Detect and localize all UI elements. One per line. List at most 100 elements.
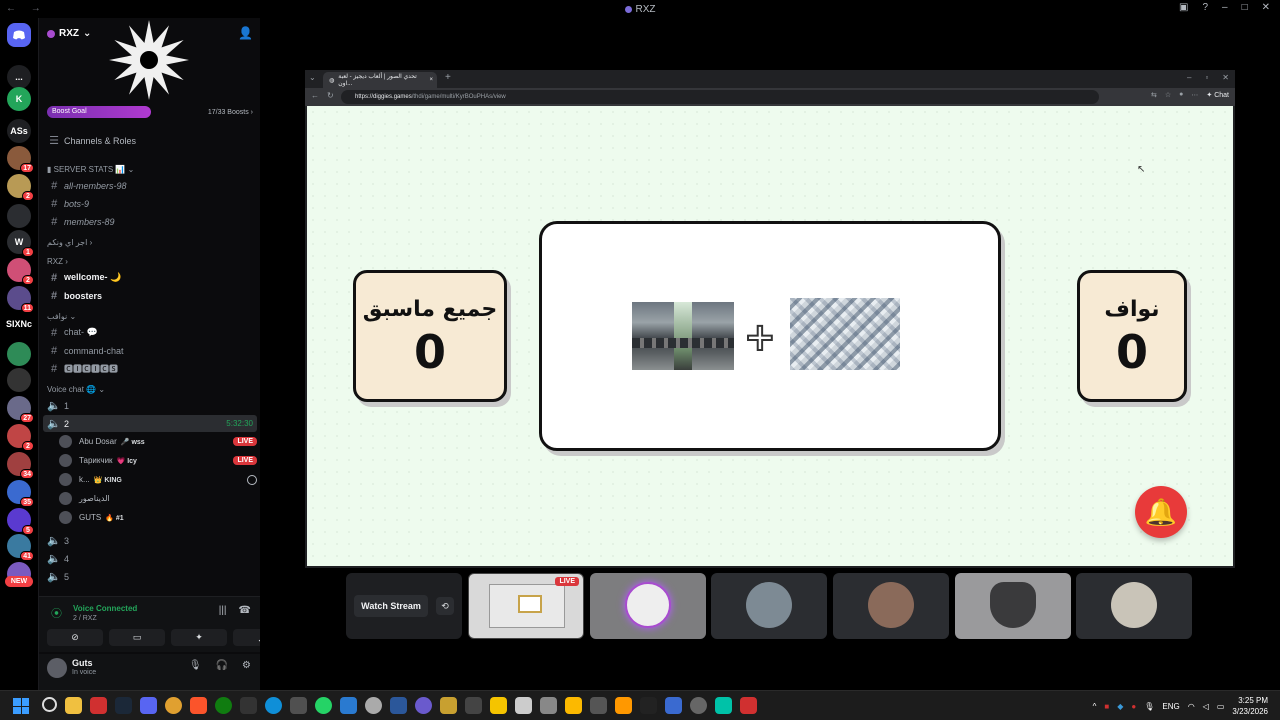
- channel-chat[interactable]: # chat- 💬: [43, 324, 257, 341]
- new-tab-icon[interactable]: +: [445, 72, 451, 83]
- server-icon[interactable]: 35: [7, 480, 34, 507]
- restore-icon[interactable]: ▫: [1205, 73, 1208, 82]
- battery-icon[interactable]: ▭: [1217, 702, 1225, 711]
- server-icon[interactable]: [7, 342, 31, 366]
- server-icon[interactable]: 34: [7, 452, 34, 479]
- app-icon[interactable]: [540, 697, 557, 714]
- windows-start-icon[interactable]: [13, 698, 29, 714]
- reload-icon[interactable]: ↻: [327, 91, 334, 100]
- back-icon[interactable]: ←: [311, 91, 319, 100]
- microphone-icon[interactable]: 🎙: [1144, 702, 1154, 711]
- profile-icon[interactable]: ●: [1179, 91, 1183, 99]
- close-icon[interactable]: ✕: [1222, 73, 1229, 82]
- add-member-icon[interactable]: 👤: [238, 26, 253, 40]
- voice-channel-2[interactable]: 🔈 2 5:32:30: [43, 415, 257, 432]
- app-icon[interactable]: [365, 697, 382, 714]
- voice-location[interactable]: 2 / RXZ: [73, 615, 97, 622]
- camera-off-button[interactable]: ⊘: [47, 629, 103, 646]
- app-icon[interactable]: [465, 697, 482, 714]
- app-icon[interactable]: [515, 697, 532, 714]
- signal-icon[interactable]: ⦿: [51, 605, 62, 621]
- app-icon[interactable]: [90, 697, 107, 714]
- activities-button[interactable]: ✦: [171, 629, 227, 646]
- channel-command-chat[interactable]: # command-chat: [43, 342, 257, 359]
- server-icon[interactable]: 27: [7, 396, 34, 423]
- server-icon[interactable]: [7, 368, 31, 392]
- file-explorer-icon[interactable]: [65, 697, 82, 714]
- voice-channel-3[interactable]: 🔈 3: [43, 532, 257, 549]
- channel-bots[interactable]: # bots-9: [43, 195, 257, 212]
- chat-button[interactable]: ✦ Chat: [1206, 91, 1229, 99]
- chrome-icon[interactable]: [165, 697, 182, 714]
- tab-search-icon[interactable]: ⌄: [309, 73, 316, 82]
- category-arabic[interactable]: اجر اي ونكم ›: [43, 235, 257, 249]
- settings-gear-icon[interactable]: ⚙: [242, 660, 251, 671]
- app-icon[interactable]: [615, 697, 632, 714]
- participant-tile[interactable]: [955, 573, 1071, 639]
- close-tab-icon[interactable]: ×: [429, 77, 433, 83]
- category-nawaf[interactable]: نوافب ⌄: [43, 309, 257, 323]
- app-icon[interactable]: [740, 697, 757, 714]
- channel-wellcome[interactable]: # wellcome- 🌙: [43, 269, 257, 286]
- translate-icon[interactable]: ⇆: [1151, 91, 1157, 99]
- brave-icon[interactable]: [190, 697, 207, 714]
- category-rxz[interactable]: RXZ ›: [43, 254, 257, 268]
- server-icon[interactable]: SIXNc: [6, 312, 32, 336]
- app-tray-icon[interactable]: ●: [1131, 702, 1136, 711]
- star-icon[interactable]: ☆: [1165, 91, 1171, 99]
- voice-user[interactable]: Abu Dosar 🎤 wss LIVE: [59, 433, 257, 450]
- chevron-up-icon[interactable]: ^: [1093, 702, 1097, 711]
- watch-stream-button[interactable]: Watch Stream: [354, 595, 428, 617]
- word-icon[interactable]: [390, 697, 407, 714]
- volume-icon[interactable]: ◁: [1203, 702, 1209, 711]
- minimize-button[interactable]: –: [1222, 2, 1228, 13]
- maximize-button[interactable]: □: [1242, 2, 1248, 13]
- participant-tile[interactable]: [833, 573, 949, 639]
- disconnect-icon[interactable]: ☎: [239, 605, 251, 616]
- channel-members[interactable]: # members-89: [43, 213, 257, 230]
- clock[interactable]: 3:25 PM 3/23/2026: [1232, 695, 1268, 717]
- server-icon[interactable]: K: [7, 87, 31, 111]
- whatsapp-icon[interactable]: [315, 697, 332, 714]
- server-icon[interactable]: 2: [7, 174, 34, 201]
- xbox-icon[interactable]: [215, 697, 232, 714]
- epic-games-icon[interactable]: [240, 697, 257, 714]
- popout-icon[interactable]: ⟲: [436, 597, 454, 615]
- app-icon[interactable]: [640, 697, 657, 714]
- app-icon[interactable]: [340, 697, 357, 714]
- bell-button[interactable]: 🔔: [1135, 486, 1187, 538]
- server-icon[interactable]: W1: [7, 230, 34, 257]
- minimize-icon[interactable]: –: [1187, 73, 1191, 82]
- store-icon[interactable]: [290, 697, 307, 714]
- channels-roles[interactable]: ☰ Channels & Roles: [43, 132, 257, 149]
- voice-status[interactable]: Voice Connected: [73, 604, 137, 613]
- voice-channel-5[interactable]: 🔈 5: [43, 568, 257, 585]
- noise-suppression-icon[interactable]: |||: [219, 605, 227, 616]
- server-icon[interactable]: 2: [7, 424, 34, 451]
- voice-user[interactable]: الديناصور: [59, 490, 257, 507]
- menu-icon[interactable]: ⋯: [1191, 91, 1198, 99]
- language-indicator[interactable]: ENG: [1162, 702, 1179, 711]
- server-icon[interactable]: [7, 204, 31, 228]
- voice-user[interactable]: Тарикчик 💗 Icy LIVE: [59, 452, 257, 469]
- edge-icon[interactable]: [265, 697, 282, 714]
- microphone-icon[interactable]: 🎙: [189, 660, 202, 671]
- app-tray-icon[interactable]: ■: [1104, 702, 1109, 711]
- back-forward-nav[interactable]: ← →: [6, 3, 47, 14]
- server-icon[interactable]: 41: [7, 534, 34, 561]
- app-tray-icon[interactable]: ◆: [1117, 702, 1123, 711]
- category-voice-chat[interactable]: Voice chat 🌐 ⌄: [43, 382, 257, 396]
- participant-tile[interactable]: [1076, 573, 1192, 639]
- server-header[interactable]: RXZ ⌄ 👤 Boost Goal 17/33 Boosts ›: [39, 18, 261, 118]
- steam-icon[interactable]: [115, 697, 132, 714]
- server-name[interactable]: RXZ ⌄: [47, 28, 91, 39]
- browser-tab[interactable]: ◍ تحدي الصور | ألعاب ديجيز - لعبة اون...…: [323, 72, 437, 88]
- app-icon[interactable]: [690, 697, 707, 714]
- share-screen-button[interactable]: ▭: [109, 629, 165, 646]
- app-icon[interactable]: [415, 697, 432, 714]
- app-icon[interactable]: [715, 697, 732, 714]
- wifi-icon[interactable]: ◠: [1188, 702, 1195, 711]
- inbox-icon[interactable]: ▣: [1179, 2, 1188, 13]
- participant-tile[interactable]: [711, 573, 827, 639]
- server-icon[interactable]: 5: [7, 508, 34, 535]
